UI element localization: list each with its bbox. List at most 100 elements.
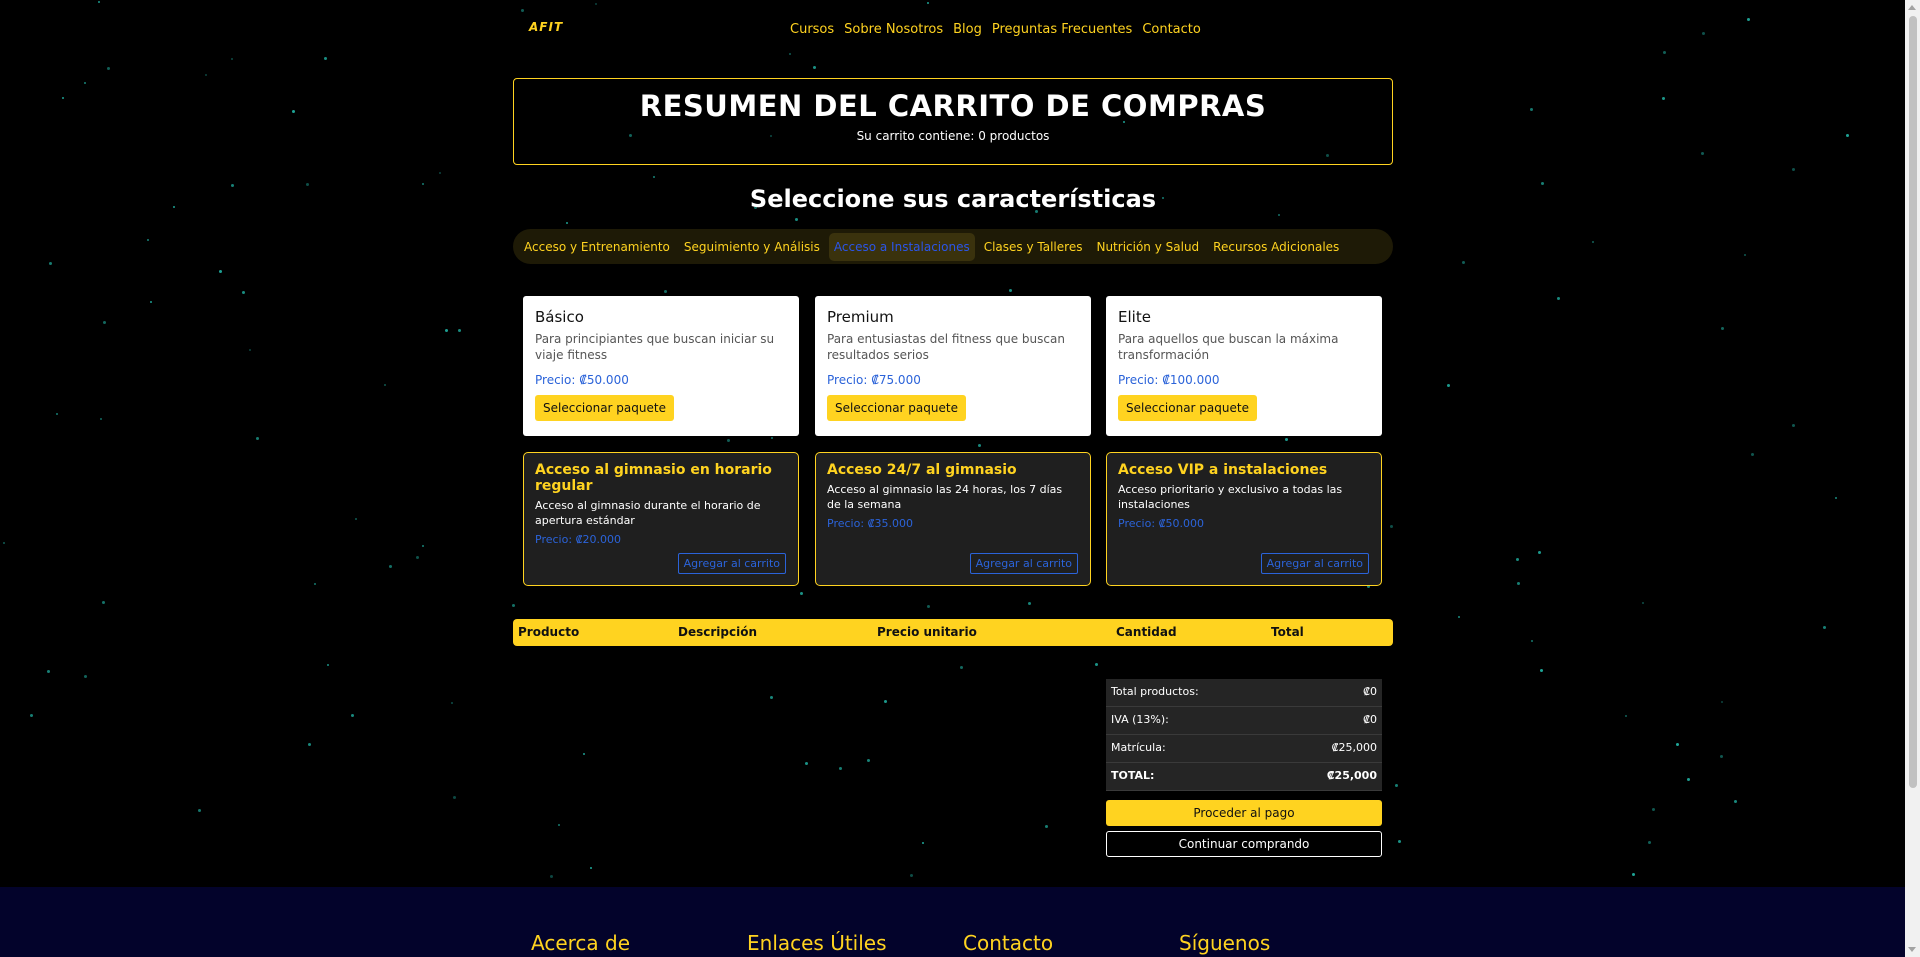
add-to-cart-button[interactable]: Agregar al carrito bbox=[677, 553, 786, 574]
star-dot bbox=[84, 675, 87, 678]
add-to-cart-button[interactable]: Agregar al carrito bbox=[969, 553, 1078, 574]
star-dot bbox=[107, 67, 110, 70]
totals-table: Total productos: ₡0 IVA (13%): ₡0 Matríc… bbox=[1106, 679, 1382, 791]
star-dot bbox=[1734, 800, 1737, 803]
nav-link-faq[interactable]: Preguntas Frecuentes bbox=[992, 22, 1132, 37]
select-package-button[interactable]: Seleccionar paquete bbox=[535, 395, 674, 421]
column-header-precio-unitario: Precio unitario bbox=[877, 625, 977, 639]
star-dot bbox=[1625, 715, 1627, 717]
footer-heading-enlaces: Enlaces Útiles bbox=[747, 931, 887, 955]
feature-card-horario-regular: Acceso al gimnasio en horario regular Ac… bbox=[523, 452, 799, 586]
star-dot bbox=[1648, 841, 1651, 844]
star-dot bbox=[771, 437, 773, 439]
star-dot bbox=[927, 2, 929, 4]
star-dot bbox=[451, 702, 453, 704]
star-dot bbox=[49, 262, 52, 265]
star-dot bbox=[1517, 582, 1520, 585]
star-dot bbox=[231, 184, 234, 187]
star-dot bbox=[521, 9, 524, 12]
select-package-button[interactable]: Seleccionar paquete bbox=[1118, 395, 1257, 421]
footer-heading-contacto: Contacto bbox=[963, 931, 1054, 955]
star-dot bbox=[327, 664, 329, 666]
star-dot bbox=[150, 301, 152, 303]
star-dot bbox=[770, 696, 773, 699]
star-dot bbox=[927, 605, 930, 608]
star-dot bbox=[422, 545, 424, 547]
scroll-up-icon[interactable] bbox=[1908, 5, 1916, 10]
tab-clases-talleres[interactable]: Clases y Talleres bbox=[979, 233, 1088, 261]
totals-value: ₡25,000 bbox=[1326, 769, 1377, 782]
star-dot bbox=[389, 565, 392, 568]
star-dot bbox=[1663, 51, 1666, 54]
select-package-button[interactable]: Seleccionar paquete bbox=[827, 395, 966, 421]
tab-acceso-entrenamiento[interactable]: Acceso y Entrenamiento bbox=[519, 233, 675, 261]
star-dot bbox=[205, 74, 207, 76]
tab-recursos-adicionales[interactable]: Recursos Adicionales bbox=[1208, 233, 1344, 261]
site-logo[interactable]: AFIT bbox=[529, 20, 563, 34]
column-header-cantidad: Cantidad bbox=[1116, 625, 1177, 639]
star-dot bbox=[1447, 384, 1450, 387]
star-dot bbox=[1458, 616, 1460, 618]
star-dot bbox=[1278, 214, 1280, 216]
star-dot bbox=[1702, 32, 1705, 35]
star-dot bbox=[789, 53, 791, 55]
totals-label: Matrícula: bbox=[1111, 741, 1166, 754]
cart-summary-box: RESUMEN DEL CARRITO DE COMPRAS Su carrit… bbox=[513, 78, 1393, 165]
star-dot bbox=[1398, 840, 1401, 843]
star-dot bbox=[256, 437, 259, 440]
star-dot bbox=[795, 218, 798, 221]
star-dot bbox=[583, 753, 585, 755]
star-dot bbox=[1009, 289, 1012, 292]
feature-price: Precio: ₡35.000 bbox=[827, 517, 914, 530]
star-dot bbox=[1721, 327, 1724, 330]
star-dot bbox=[1701, 152, 1704, 155]
star-dot bbox=[566, 222, 568, 224]
star-dot bbox=[867, 759, 870, 762]
star-dot bbox=[1095, 663, 1098, 666]
nav-link-cursos[interactable]: Cursos bbox=[790, 22, 834, 37]
star-dot bbox=[453, 796, 456, 799]
star-dot bbox=[1642, 602, 1644, 604]
star-dot bbox=[3, 542, 5, 544]
totals-row-iva: IVA (13%): ₡0 bbox=[1106, 707, 1382, 735]
add-to-cart-button[interactable]: Agregar al carrito bbox=[1260, 553, 1369, 574]
proceed-to-payment-button[interactable]: Proceder al pago bbox=[1106, 800, 1382, 826]
scrollbar-thumb[interactable] bbox=[1909, 16, 1917, 788]
star-dot bbox=[416, 556, 419, 559]
column-header-total: Total bbox=[1271, 625, 1304, 639]
star-dot bbox=[884, 700, 887, 703]
tab-seguimiento-analisis[interactable]: Seguimiento y Análisis bbox=[679, 233, 825, 261]
package-card-premium: Premium Para entusiastas del fitness que… bbox=[815, 296, 1091, 436]
feature-description: Acceso prioritario y exclusivo a todas l… bbox=[1118, 483, 1343, 511]
totals-row-matricula: Matrícula: ₡25,000 bbox=[1106, 735, 1382, 763]
star-dot bbox=[1744, 254, 1746, 256]
star-dot bbox=[1540, 669, 1543, 672]
star-dot bbox=[653, 176, 655, 178]
totals-value: ₡25,000 bbox=[1331, 741, 1378, 754]
star-dot bbox=[1285, 438, 1288, 441]
nav-link-sobre-nosotros[interactable]: Sobre Nosotros bbox=[844, 22, 943, 37]
package-price: Precio: ₡75.000 bbox=[827, 373, 921, 387]
tab-acceso-instalaciones[interactable]: Acceso a Instalaciones bbox=[828, 232, 975, 261]
main-nav: Cursos Sobre Nosotros Blog Preguntas Fre… bbox=[790, 22, 1201, 37]
page-scrollbar[interactable] bbox=[1905, 0, 1920, 957]
package-price: Precio: ₡100.000 bbox=[1118, 373, 1220, 387]
star-dot bbox=[56, 413, 58, 415]
tab-nutricion-salud[interactable]: Nutrición y Salud bbox=[1091, 233, 1204, 261]
star-dot bbox=[910, 874, 913, 877]
star-dot bbox=[351, 714, 354, 717]
column-header-producto: Producto bbox=[518, 625, 580, 639]
star-dot bbox=[1721, 701, 1723, 703]
totals-row-productos: Total productos: ₡0 bbox=[1106, 679, 1382, 707]
star-dot bbox=[813, 66, 816, 69]
star-dot bbox=[1835, 497, 1837, 499]
continue-shopping-button[interactable]: Continuar comprando bbox=[1106, 831, 1382, 857]
star-dot bbox=[422, 183, 424, 185]
column-header-descripcion: Descripción bbox=[678, 625, 757, 639]
nav-link-contacto[interactable]: Contacto bbox=[1142, 22, 1201, 37]
star-dot bbox=[1045, 825, 1048, 828]
scroll-down-icon[interactable] bbox=[1908, 947, 1916, 952]
nav-link-blog[interactable]: Blog bbox=[953, 22, 982, 37]
totals-label: IVA (13%): bbox=[1111, 713, 1169, 726]
star-dot bbox=[1028, 602, 1031, 605]
